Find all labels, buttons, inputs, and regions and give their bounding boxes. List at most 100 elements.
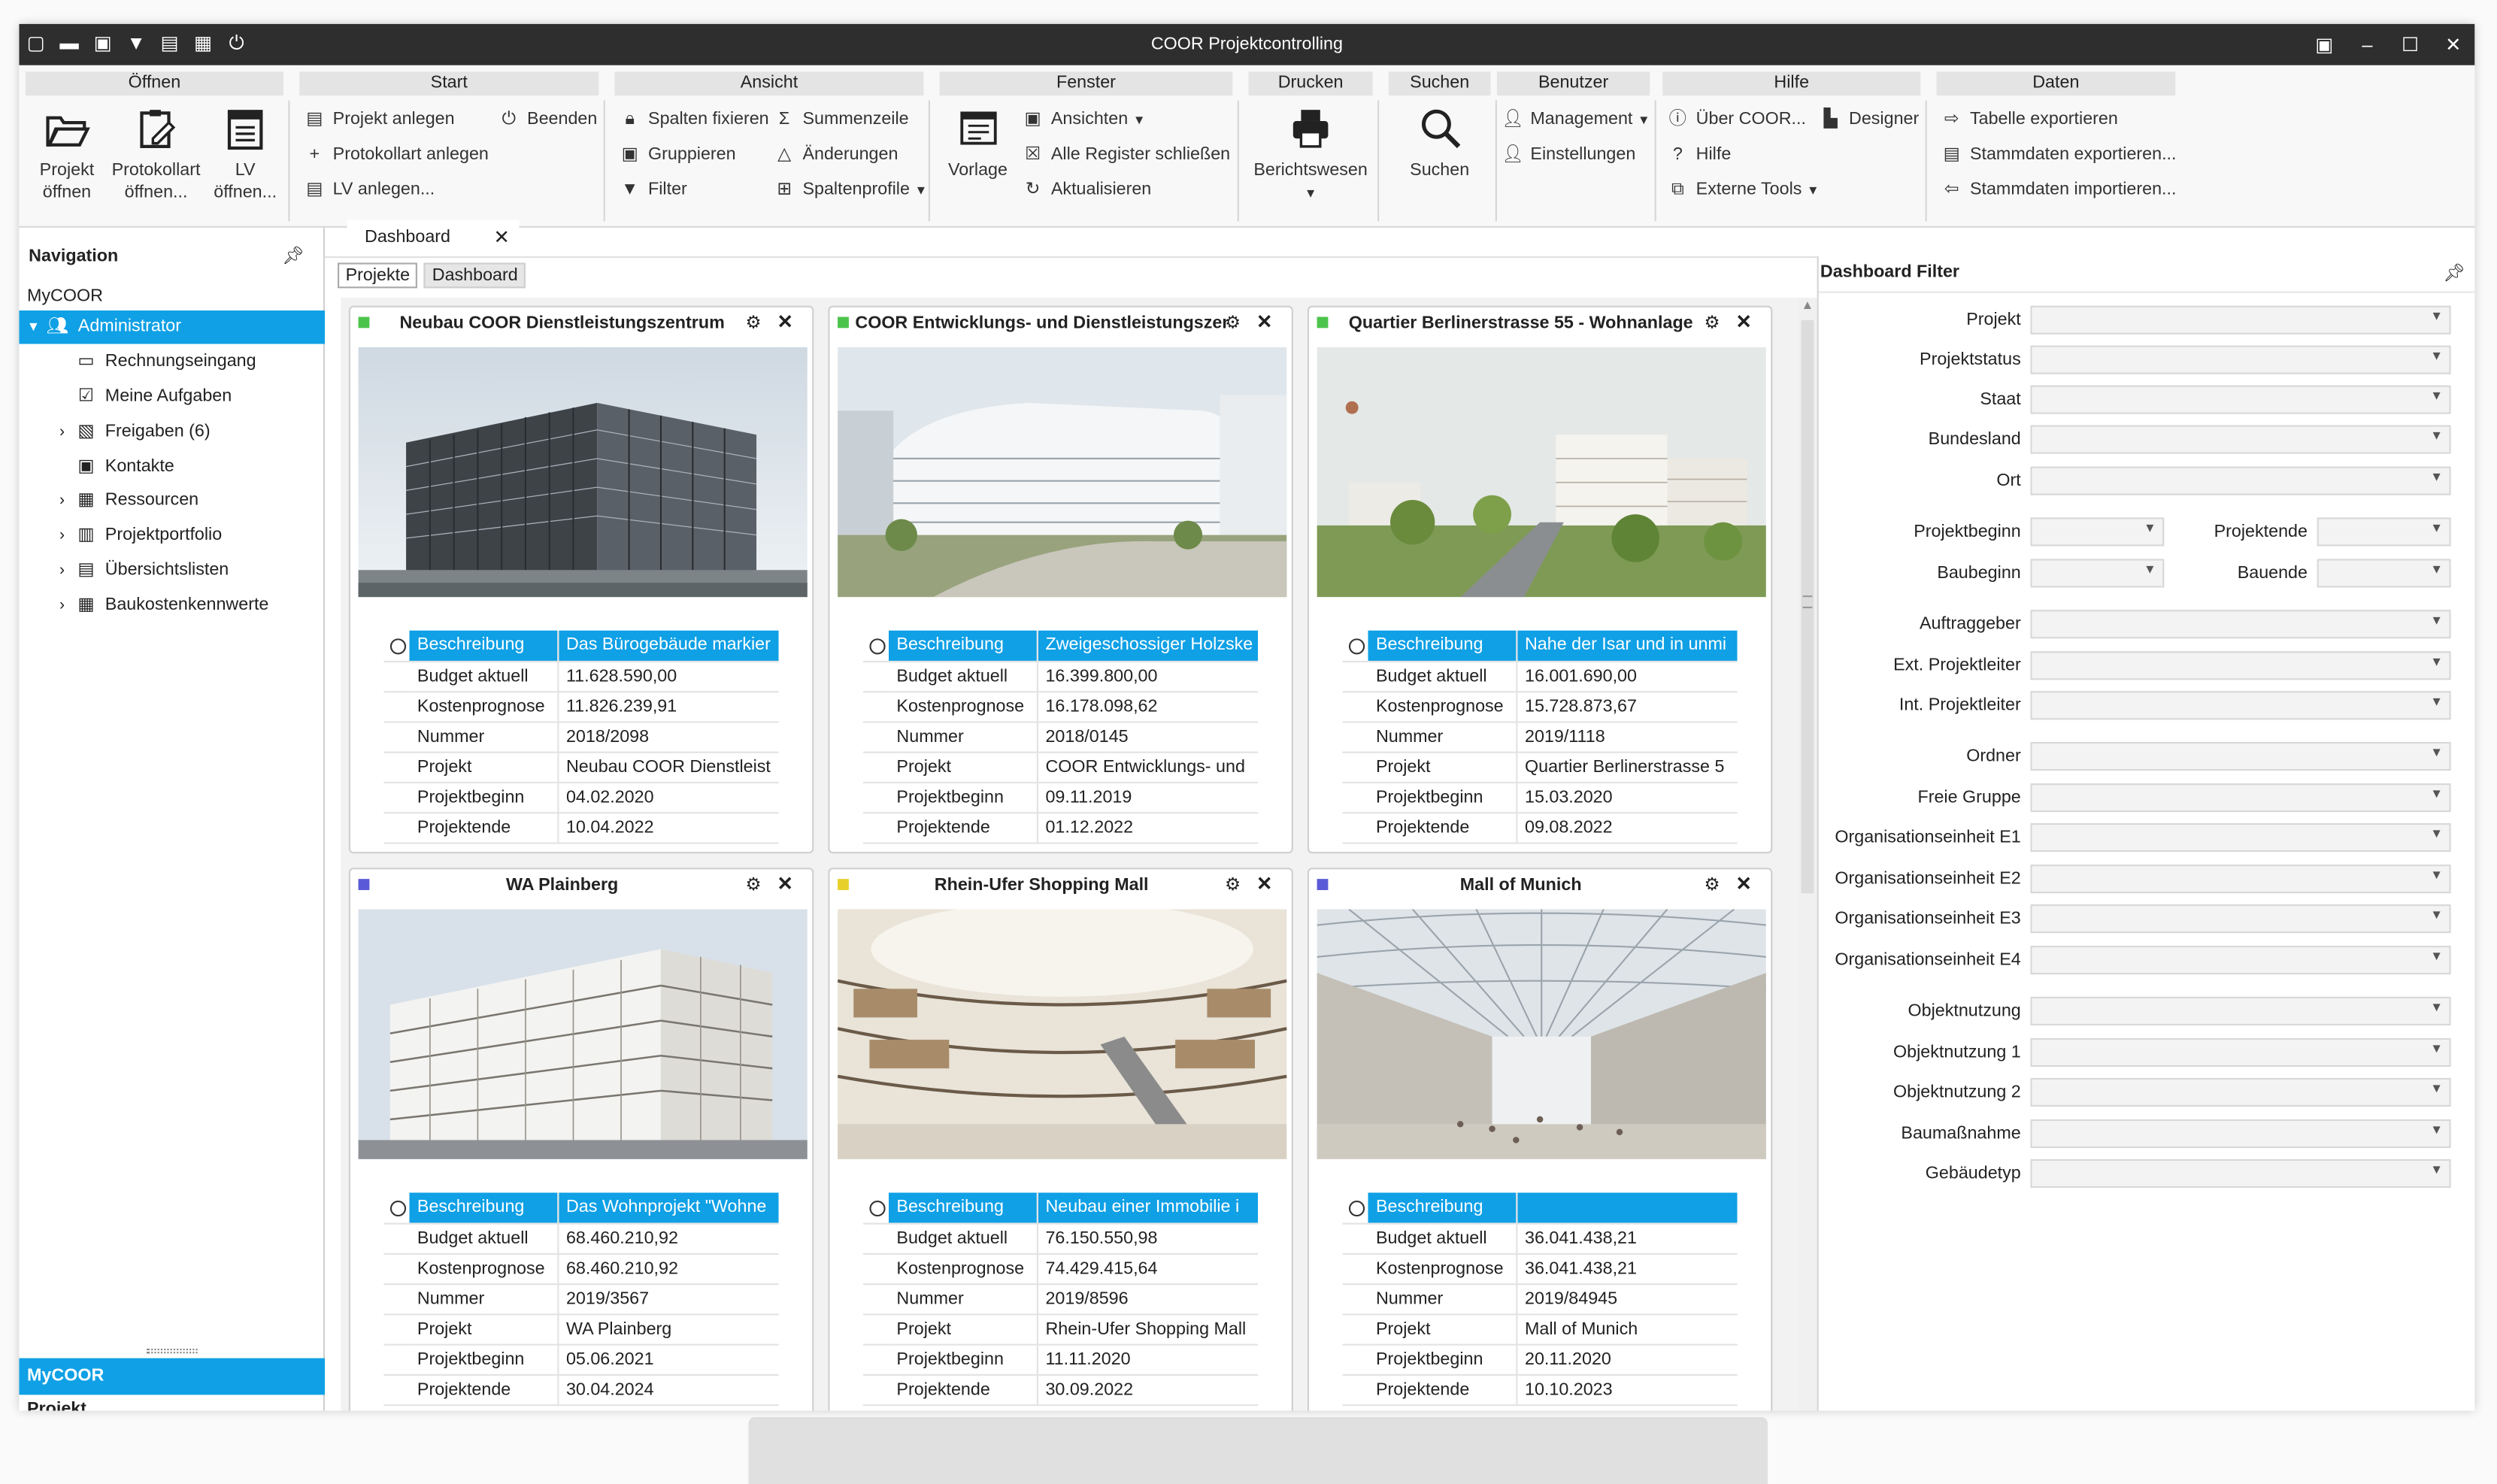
nav-item-baukostenkennwerte[interactable]: › ▦ Baukostenkennwerte — [19, 589, 325, 622]
minimize-button[interactable]: – — [2346, 24, 2389, 65]
nav-item-meine-aufgaben[interactable]: ☑ Meine Aufgaben — [19, 380, 325, 413]
nav-section-projekt[interactable]: Projekt — [27, 1400, 86, 1411]
aktualisieren-button[interactable]: ↻ Aktualisieren — [1023, 177, 1152, 202]
org-e1-combo[interactable]: ▼ — [2030, 823, 2451, 853]
expand-chevron-icon[interactable]: › — [54, 589, 70, 622]
nav-item-uebersichtslisten[interactable]: › ▤ Übersichtslisten — [19, 554, 325, 587]
project-card[interactable]: Quartier Berlinerstrasse 55 - Wohnanlage… — [1307, 305, 1773, 854]
alle-register-schliessen-button[interactable]: ☒ Alle Register schließen — [1023, 142, 1230, 168]
berichtswesen-button[interactable]: Berichtswesen ▼ — [1249, 105, 1373, 205]
nav-item-rechnungseingang[interactable]: ▭ Rechnungseingang — [19, 346, 325, 379]
subtab-dashboard[interactable]: Dashboard — [424, 262, 526, 289]
gear-icon[interactable]: ⚙ — [745, 874, 761, 895]
lv-oeffnen-button[interactable]: LV öffnen... — [207, 105, 283, 204]
pin-icon[interactable]: 📌︎ — [282, 245, 305, 265]
objektnutzung-combo[interactable]: ▼ — [2030, 996, 2451, 1025]
expand-chevron-icon[interactable]: › — [54, 519, 70, 552]
tab-dashboard[interactable]: Dashboard ✕ — [347, 220, 520, 255]
maximize-button[interactable]: ☐ — [2389, 24, 2432, 65]
nav-item-administrator[interactable]: ▾ 👥︎ Administrator — [19, 310, 326, 344]
auftraggeber-combo[interactable]: ▼ — [2030, 610, 2451, 639]
stammdaten-importieren-button[interactable]: ⇦ Stammdaten importieren... — [1941, 177, 2177, 202]
close-icon[interactable]: ✕ — [777, 310, 792, 333]
baumassnahme-combo[interactable]: ▼ — [2030, 1119, 2451, 1149]
subtab-projekte[interactable]: Projekte — [338, 262, 418, 289]
designer-button[interactable]: ▙ Designer — [1820, 107, 1920, 132]
projektende-date[interactable]: ▼ — [2317, 517, 2451, 547]
close-icon[interactable]: ✕ — [1735, 310, 1751, 333]
gear-icon[interactable]: ⚙ — [1225, 312, 1241, 332]
org-e2-combo[interactable]: ▼ — [2030, 865, 2451, 894]
beenden-button[interactable]: ⏻ Beenden — [498, 107, 597, 132]
filter-button[interactable]: ▼ Filter — [620, 177, 687, 202]
ordner-combo[interactable]: ▼ — [2030, 741, 2451, 771]
summenzeile-button[interactable]: Σ Summenzeile — [774, 107, 909, 132]
scroll-up-icon[interactable]: ▲ — [1801, 298, 1814, 312]
projektstatus-combo[interactable]: ▼ — [2030, 345, 2451, 374]
nav-item-projektportfolio[interactable]: › ▥ Projektportfolio — [19, 519, 325, 552]
navigation-root[interactable]: MyCOOR — [27, 286, 103, 305]
project-card[interactable]: WA Plainberg ⚙ ✕ Beschreibung Das Wohnpro… — [348, 868, 814, 1411]
ueber-coor-button[interactable]: ⓘ Über COOR... — [1668, 107, 1806, 132]
objektnutzung-1-combo[interactable]: ▼ — [2030, 1037, 2451, 1068]
protokollart-anlegen-button[interactable]: + Protokollart anlegen — [305, 142, 488, 168]
staat-combo[interactable]: ▼ — [2030, 385, 2451, 414]
close-icon[interactable]: ✕ — [1256, 310, 1272, 333]
ansichten-dropdown[interactable]: ▣ Ansichten ▼ — [1023, 107, 1146, 132]
dock-icon[interactable]: ▣ — [2303, 24, 2346, 65]
close-icon[interactable]: ✕ — [1735, 873, 1751, 895]
objektnutzung-2-combo[interactable]: ▼ — [2030, 1077, 2451, 1107]
projekt-anlegen-button[interactable]: ▤ Projekt anlegen — [305, 107, 454, 132]
aenderungen-button[interactable]: △ Änderungen — [774, 142, 898, 168]
dashboard-scrollbar[interactable]: ▲ — [1798, 298, 1817, 1411]
close-icon[interactable]: ✕ — [493, 220, 509, 255]
ort-combo[interactable]: ▼ — [2030, 466, 2451, 495]
project-card[interactable]: Rhein-Ufer Shopping Mall ⚙ ✕ Beschreibun… — [828, 868, 1293, 1411]
management-dropdown[interactable]: 👤︎ Management ▼ — [1502, 107, 1650, 132]
project-card[interactable]: Neubau COOR Dienstleistungszentrum ⚙ ✕ B… — [348, 305, 814, 854]
nav-section-mycoor[interactable]: MyCOOR — [19, 1358, 326, 1395]
projekt-oeffnen-button[interactable]: Projekt öffnen — [29, 105, 105, 204]
baubeginn-date[interactable]: ▼ — [2030, 559, 2165, 588]
nav-item-ressourcen[interactable]: › ▦ Ressourcen — [19, 484, 325, 517]
hilfe-button[interactable]: ? Hilfe — [1668, 142, 1731, 168]
gear-icon[interactable]: ⚙ — [1225, 874, 1241, 895]
int-projektleiter-combo[interactable]: ▼ — [2030, 691, 2451, 720]
collapse-chevron-icon[interactable]: ▾ — [26, 310, 41, 344]
pin-icon[interactable]: 📌︎ — [2443, 262, 2465, 283]
projekt-combo[interactable]: ▼ — [2030, 305, 2451, 335]
org-e3-combo[interactable]: ▼ — [2030, 904, 2451, 934]
org-e4-combo[interactable]: ▼ — [2030, 946, 2451, 975]
protokollart-oeffnen-button[interactable]: Protokollart öffnen... — [105, 105, 208, 204]
bauende-date[interactable]: ▼ — [2317, 559, 2451, 588]
freie-gruppe-combo[interactable]: ▼ — [2030, 783, 2451, 813]
vorlage-button[interactable]: Vorlage — [943, 105, 1013, 182]
gear-icon[interactable]: ⚙ — [1705, 874, 1720, 895]
expand-chevron-icon[interactable]: › — [54, 416, 70, 449]
project-card[interactable]: COOR Entwicklungs- und Dienstleistungsze… — [828, 305, 1293, 854]
nav-item-freigaben[interactable]: › ▧ Freigaben (6) — [19, 416, 325, 449]
spalten-fixieren-button[interactable]: 🔒︎ Spalten fixieren — [620, 107, 768, 132]
gebaeudetyp-combo[interactable]: ▼ — [2030, 1158, 2451, 1189]
gear-icon[interactable]: ⚙ — [745, 312, 761, 332]
project-card[interactable]: Mall of Munich ⚙ ✕ Beschreibung Budget a… — [1307, 868, 1773, 1411]
ext-projektleiter-combo[interactable]: ▼ — [2030, 651, 2451, 680]
stammdaten-exportieren-button[interactable]: ▤ Stammdaten exportieren... — [1941, 142, 2177, 168]
close-icon[interactable]: ✕ — [777, 873, 792, 895]
lv-anlegen-button[interactable]: ▤ LV anlegen... — [305, 177, 435, 202]
tabelle-exportieren-button[interactable]: ⇨ Tabelle exportieren — [1941, 107, 2118, 132]
einstellungen-button[interactable]: 👤︎ Einstellungen — [1502, 142, 1635, 168]
gear-icon[interactable]: ⚙ — [1705, 312, 1720, 332]
bundesland-combo[interactable]: ▼ — [2030, 425, 2451, 454]
close-button[interactable]: ✕ — [2432, 24, 2474, 65]
projektbeginn-date[interactable]: ▼ — [2030, 517, 2165, 547]
expand-chevron-icon[interactable]: › — [54, 484, 70, 517]
panel-resize-grip[interactable] — [146, 1348, 198, 1354]
gruppieren-button[interactable]: ▣ Gruppieren — [620, 142, 736, 168]
externe-tools-dropdown[interactable]: ⧉ Externe Tools ▼ — [1668, 177, 1820, 202]
spaltenprofile-dropdown[interactable]: ⊞ Spaltenprofile ▼ — [774, 177, 927, 202]
suchen-button[interactable]: Suchen — [1389, 105, 1491, 182]
close-icon[interactable]: ✕ — [1256, 873, 1272, 895]
nav-item-kontakte[interactable]: ▣ Kontakte — [19, 450, 325, 483]
expand-chevron-icon[interactable]: › — [54, 554, 70, 587]
